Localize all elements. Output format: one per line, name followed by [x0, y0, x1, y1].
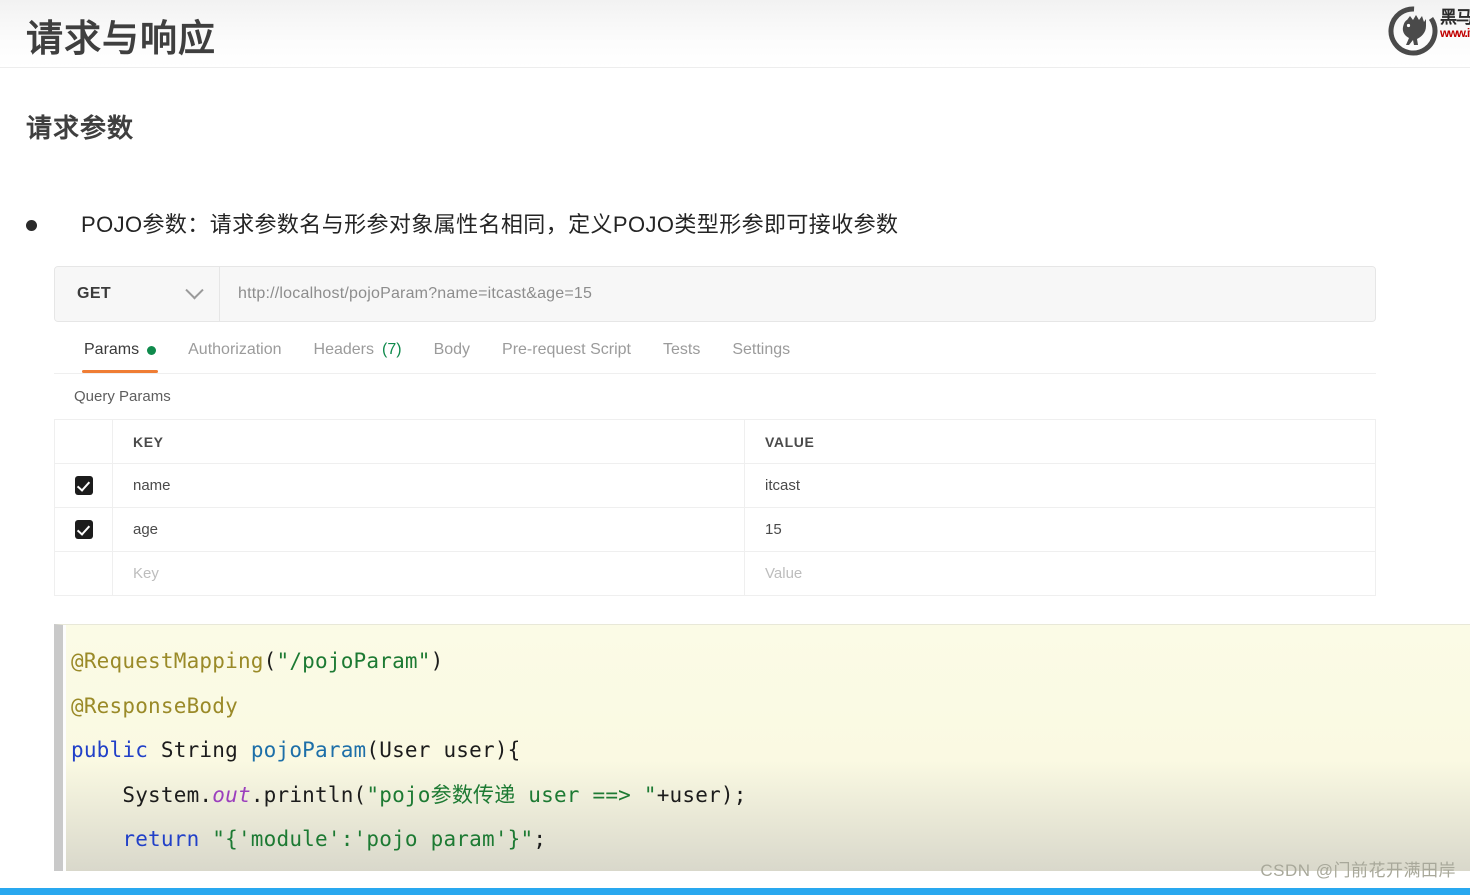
chevron-down-icon — [185, 280, 204, 299]
checkbox-checked-icon — [74, 476, 93, 495]
code-token: .println( — [250, 782, 367, 807]
params-modified-dot-icon — [147, 345, 157, 355]
bullet-dot-icon — [26, 219, 37, 231]
code-token: @ResponseBody — [71, 693, 238, 718]
request-url-input[interactable]: http://localhost/pojoParam?name=itcast&a… — [220, 267, 1375, 321]
csdn-watermark: CSDN @门前花开满田岸 — [1260, 861, 1456, 880]
code-line: System.out.println("pojo参数传递 user ==> "+… — [71, 773, 747, 818]
row-key-empty[interactable]: Key — [112, 551, 745, 596]
tab-headers[interactable]: Headers (7) — [298, 341, 418, 373]
code-line: @RequestMapping("/pojoParam") — [71, 639, 747, 684]
query-params-table: KEY VALUE name itcast age 15 Key Value — [54, 419, 1376, 596]
row-checkbox-empty[interactable] — [54, 551, 113, 596]
postman-request-panel: GET http://localhost/pojoParam?name=itca… — [54, 266, 1376, 596]
bullet-list-item: POJO参数：请求参数名与形参对象属性名相同，定义POJO类型形参即可接收参数 — [26, 210, 1376, 240]
tab-pre-request-script-label: Pre-request Script — [502, 341, 631, 358]
code-token: @RequestMapping — [71, 649, 264, 673]
tab-settings-label: Settings — [732, 341, 791, 358]
code-text: @RequestMapping("/pojoParam") @ResponseBo… — [71, 639, 747, 871]
code-token: ) — [430, 649, 444, 673]
table-row: name itcast — [54, 463, 1376, 508]
row-key-age[interactable]: age — [112, 507, 745, 552]
tab-pre-request-script[interactable]: Pre-request Script — [486, 341, 647, 373]
code-token: (User user){ — [366, 738, 521, 762]
tab-tests-label: Tests — [662, 341, 701, 358]
code-line: public String pojoParam(User user){ — [71, 728, 747, 773]
code-token: "{'module':'pojo param'}" — [212, 827, 534, 851]
code-token: System. — [71, 782, 213, 807]
slide-header: 请求与响应 黑马程序员 www.itheima.com — [0, 0, 1470, 68]
table-header-row: KEY VALUE — [54, 419, 1376, 464]
code-token: public — [71, 738, 149, 762]
tab-headers-count: (7) — [382, 341, 402, 358]
tab-headers-label: Headers — [313, 341, 374, 358]
code-token: return — [122, 827, 200, 851]
code-token: "pojo参数传递 user ==> " — [366, 782, 657, 807]
code-line: @ResponseBody — [71, 684, 747, 729]
tab-authorization[interactable]: Authorization — [172, 341, 297, 373]
code-token: String — [148, 738, 251, 762]
query-params-label: Query Params — [74, 388, 171, 405]
request-tabs: Params Authorization Headers (7) Body Pr… — [54, 322, 1376, 374]
tab-authorization-label: Authorization — [188, 341, 282, 358]
code-token: out — [212, 782, 251, 807]
row-checkbox-age[interactable] — [54, 507, 113, 552]
row-key-name[interactable]: name — [112, 463, 745, 508]
itheima-horse-logo-icon — [1388, 6, 1438, 56]
code-token: pojoParam — [250, 738, 367, 762]
tab-tests[interactable]: Tests — [647, 341, 716, 373]
checkbox-checked-icon — [74, 520, 93, 539]
bottom-accent-bar — [0, 888, 1470, 895]
table-row: age 15 — [54, 507, 1376, 552]
http-method-select[interactable]: GET — [55, 267, 220, 321]
brand-site-url: www.itheima.com — [1440, 26, 1470, 40]
brand-logo: 黑马程序员 www.itheima.com — [1382, 2, 1470, 60]
code-token: ; — [533, 827, 547, 851]
code-token: ( — [263, 649, 277, 673]
request-bar: GET http://localhost/pojoParam?name=itca… — [54, 266, 1376, 322]
row-value-empty[interactable]: Value — [744, 551, 1376, 596]
code-token: "/pojoParam" — [276, 649, 431, 673]
row-value-age[interactable]: 15 — [744, 507, 1376, 552]
page-title: 请求与响应 — [26, 18, 216, 59]
table-header-checkbox — [54, 419, 113, 464]
brand-text: 黑马程序员 www.itheima.com — [1440, 8, 1470, 40]
brand-name-cn: 黑马程序员 — [1440, 8, 1470, 27]
tab-body-label: Body — [433, 341, 471, 358]
slide-page: 请求与响应 黑马程序员 www.itheima.com 请求参数 POJO参数：… — [0, 0, 1470, 895]
code-block: @RequestMapping("/pojoParam") @ResponseBo… — [54, 624, 1470, 871]
row-value-name[interactable]: itcast — [744, 463, 1376, 508]
bullet-text: POJO参数：请求参数名与形参对象属性名相同，定义POJO类型形参即可接收参数 — [81, 212, 899, 237]
table-header-key: KEY — [112, 419, 745, 464]
row-checkbox-name[interactable] — [54, 463, 113, 508]
code-token: +user); — [656, 782, 747, 807]
tab-params[interactable]: Params — [68, 341, 172, 373]
http-method-label: GET — [77, 285, 112, 302]
tab-params-label: Params — [84, 341, 140, 358]
tab-body[interactable]: Body — [418, 341, 486, 373]
code-line: return "{'module':'pojo param'}"; — [71, 817, 747, 862]
table-header-value: VALUE — [744, 419, 1376, 464]
tab-settings[interactable]: Settings — [716, 341, 806, 373]
table-row-empty: Key Value — [54, 551, 1376, 596]
section-heading: 请求参数 — [26, 113, 135, 143]
